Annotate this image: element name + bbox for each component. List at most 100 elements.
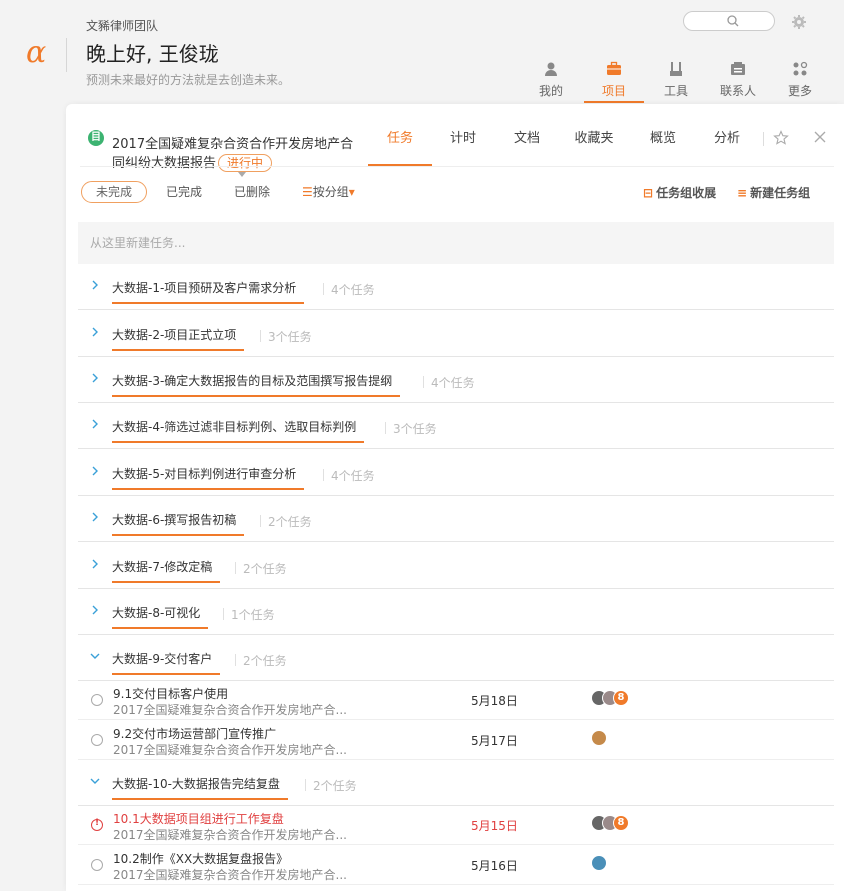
team-name: 文豨律师团队 [86,19,159,33]
task-group-count: 2个任务 [260,515,312,529]
task-group-name: 大数据-3-确定大数据报告的目标及范围撰写报告提纲 [112,372,401,397]
filter-deleted[interactable]: 已删除 [234,181,270,203]
group-by-label: 按分组 [312,185,349,199]
task-group[interactable]: 大数据-7-修改定稿 2个任务 [78,543,834,589]
task-project: 2017全国疑难复杂合资合作开发房地产合... [113,743,347,757]
nav-mine-label: 我的 [538,84,563,98]
grid-icon [793,61,808,76]
task-group[interactable]: 大数据-6-撰写报告初稿 2个任务 [78,496,834,542]
tools-icon [670,62,682,76]
avatar-count: 8 [613,815,629,831]
nav-contacts[interactable]: 联系人 [708,60,768,102]
chevron-right-icon[interactable] [90,419,100,429]
task-group[interactable]: 大数据-2-项目正式立项 3个任务 [78,311,834,357]
chevron-down-icon[interactable] [90,651,100,661]
chevron-right-icon[interactable] [90,327,100,337]
task-group-count: 2个任务 [305,779,357,793]
collapse-groups-label: 任务组收展 [656,186,717,200]
task-group-count: 4个任务 [423,376,475,390]
task-name: 10.2制作《XX大数据复盘报告》 [113,852,289,866]
briefcase-icon [607,61,621,75]
user-icon [545,62,557,76]
task-due-date: 5月18日 [471,694,518,708]
status-badge[interactable]: 进行中 [218,154,273,172]
task-row[interactable]: 9.2交付市场运营部门宣传推广 2017全国疑难复杂合资合作开发房地产合... … [78,720,834,760]
avatar-count: 8 [613,690,629,706]
chevron-right-icon[interactable] [90,280,100,290]
avatar [591,855,607,871]
task-group[interactable]: 大数据-9-交付客户 2个任务 [78,635,834,681]
filter-incomplete[interactable]: 未完成 [81,181,148,203]
greeting: 晚上好, 王俊珑 [86,42,219,66]
filter-completed[interactable]: 已完成 [166,181,202,203]
task-row[interactable]: 10.1大数据项目组进行工作复盘 2017全国疑难复杂合资合作开发房地产合...… [78,805,834,845]
nav-projects[interactable]: 项目 [584,60,644,103]
chevron-down-icon[interactable] [90,776,100,786]
task-group-name: 大数据-8-可视化 [112,604,209,629]
nav-tools[interactable]: 工具 [646,60,706,102]
task-group-name: 大数据-7-修改定稿 [112,558,221,583]
tabs-divider [80,166,834,167]
task-name: 9.1交付目标客户使用 [113,687,229,701]
task-checkbox[interactable] [91,859,103,871]
nav-contacts-label: 联系人 [719,84,756,98]
new-task-input[interactable]: 从这里新建任务... [78,222,834,264]
search-box[interactable] [683,11,775,31]
task-group[interactable]: 大数据-8-可视化 1个任务 [78,589,834,635]
task-group-count: 3个任务 [260,330,312,344]
tab-analysis[interactable]: 分析 [704,124,750,166]
task-group[interactable]: 大数据-10-大数据报告完结复盘 2个任务 [78,760,834,806]
task-group[interactable]: 大数据-4-筛选过滤非目标判例、选取目标判例 3个任务 [78,403,834,449]
task-name: 10.1大数据项目组进行工作复盘 [113,812,284,826]
task-group-name: 大数据-1-项目预研及客户需求分析 [112,279,305,304]
gear-icon[interactable] [791,14,807,30]
project-icon: 目 [88,130,104,146]
close-icon[interactable] [813,130,827,144]
task-checkbox[interactable] [91,694,103,706]
tab-tasks[interactable]: 任务 [368,124,432,166]
star-icon[interactable] [773,130,789,146]
nav-more-label: 更多 [787,84,812,98]
task-group-count: 4个任务 [323,469,375,483]
nav-mine[interactable]: 我的 [521,60,581,102]
task-row[interactable]: 9.1交付目标客户使用 2017全国疑难复杂合资合作开发房地产合... 5月18… [78,680,834,720]
task-project: 2017全国疑难复杂合资合作开发房地产合... [113,828,347,842]
app-logo: α [26,35,47,70]
task-group[interactable]: 大数据-5-对目标判例进行审查分析 4个任务 [78,450,834,496]
new-group-button[interactable]: ≡ 新建任务组 [737,184,810,201]
tab-favorites[interactable]: 收藏夹 [566,124,622,166]
task-due-date: 5月16日 [471,859,518,873]
task-group[interactable]: 大数据-3-确定大数据报告的目标及范围撰写报告提纲 4个任务 [78,357,834,403]
project-title-line2: 同纠纷大数据报告 进行中 [112,152,273,172]
group-by-dropdown[interactable]: ☰按分组▾ [302,181,355,203]
chevron-right-icon[interactable] [90,373,100,383]
collapse-icon: ⊟ [643,186,654,200]
task-checkbox-overdue[interactable] [91,818,103,831]
task-group[interactable]: 大数据-1-项目预研及客户需求分析 4个任务 [78,264,834,310]
task-group-name: 大数据-2-项目正式立项 [112,326,245,351]
chevron-right-icon[interactable] [90,512,100,522]
collapse-groups-button[interactable]: ⊟ 任务组收展 [643,184,716,201]
caret-down-icon: ▾ [348,185,355,199]
task-due-date: 5月15日 [471,819,518,833]
tab-documents[interactable]: 文档 [504,124,550,166]
chevron-right-icon[interactable] [90,559,100,569]
task-name: 9.2交付市场运营部门宣传推广 [113,727,277,741]
task-checkbox[interactable] [91,734,103,746]
tab-timer[interactable]: 计时 [440,124,486,166]
task-group-count: 3个任务 [385,422,437,436]
contacts-icon [731,62,745,75]
nav-more[interactable]: 更多 [770,60,830,102]
task-group-count: 1个任务 [223,608,275,622]
avatar [591,730,607,746]
list-icon: ☰ [302,185,313,199]
tab-overview[interactable]: 概览 [640,124,686,166]
project-title-line1: 2017全国疑难复杂合资合作开发房地产合 [112,137,354,152]
task-row[interactable]: 10.2制作《XX大数据复盘报告》 2017全国疑难复杂合资合作开发房地产合..… [78,845,834,885]
task-group-name: 大数据-9-交付客户 [112,650,221,675]
tab-divider [763,132,764,146]
chevron-right-icon[interactable] [90,466,100,476]
task-group-count: 2个任务 [235,654,287,668]
chevron-right-icon[interactable] [90,605,100,615]
new-group-label: 新建任务组 [750,186,811,200]
